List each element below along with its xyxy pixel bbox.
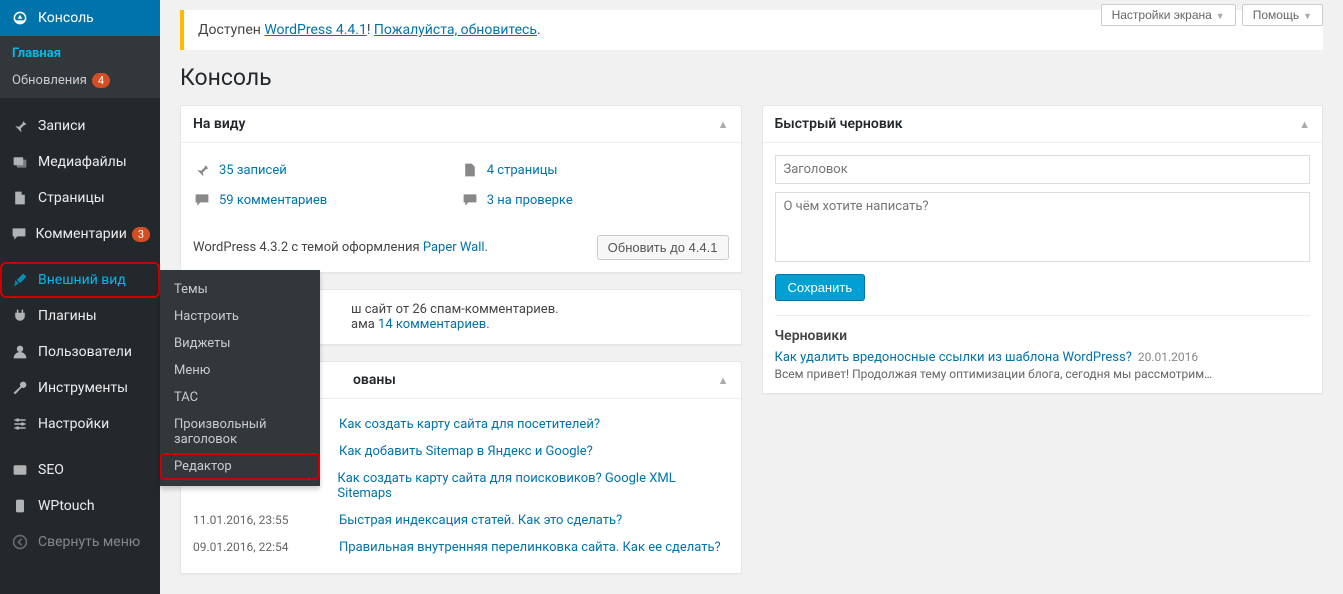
comment-icon (461, 191, 479, 209)
sidebar-item-comments[interactable]: Комментарии 3 (0, 216, 160, 252)
activity-row: 11.01.2016, 23:55 Быстрая индексация стат… (193, 507, 729, 534)
quickdraft-save-button[interactable]: Сохранить (775, 274, 866, 301)
glance-pages: 4 страницы (461, 155, 729, 185)
chevron-down-icon: ▼ (1216, 11, 1225, 21)
draft-link[interactable]: Как удалить вредоносные ссылки из шаблон… (775, 350, 1132, 365)
brush-icon (10, 270, 30, 290)
toggle-arrow-icon[interactable]: ▲ (718, 118, 729, 131)
sidebar-item-settings[interactable]: Настройки (0, 406, 160, 442)
sidebar-item-users[interactable]: Пользователи (0, 334, 160, 370)
quickdraft-title: Быстрый черновик (775, 116, 903, 132)
sidebar-item-posts[interactable]: Записи (0, 108, 160, 144)
draft-excerpt: Всем привет! Продолжая тему оптимизации … (775, 367, 1311, 381)
akismet-spam-link[interactable]: 14 комментариев (378, 317, 486, 332)
glance-posts: 35 записей (193, 155, 461, 185)
glance-comments: 59 комментариев (193, 185, 461, 215)
sidebar-item-pages[interactable]: Страницы (0, 180, 160, 216)
drafts-section: Черновики Как удалить вредоносные ссылки… (775, 315, 1311, 381)
comments-badge: 3 (132, 227, 150, 242)
toggle-arrow-icon[interactable]: ▲ (718, 374, 729, 387)
glance-comments-link[interactable]: 59 комментариев (219, 193, 327, 208)
quickdraft-box: Быстрый черновик ▲ Сохранить Черновики К… (762, 105, 1324, 394)
collapse-icon (10, 532, 30, 552)
update-core-button[interactable]: Обновить до 4.4.1 (597, 235, 729, 260)
console-submenu: Главная Обновления 4 (0, 36, 160, 98)
flyout-widgets[interactable]: Виджеты (160, 330, 320, 357)
glance-moderation-link[interactable]: 3 на проверке (487, 193, 573, 208)
draft-item: Как удалить вредоносные ссылки из шаблон… (775, 350, 1311, 381)
user-icon (10, 342, 30, 362)
draft-date: 20.01.2016 (1138, 350, 1198, 364)
nag-update-link[interactable]: Пожалуйста, обновитесь (374, 22, 537, 38)
sidebar-collapse[interactable]: Свернуть меню (0, 524, 160, 560)
sidebar-item-console[interactable]: Консоль (0, 0, 160, 36)
media-icon (10, 152, 30, 172)
sidebar-item-wptouch[interactable]: WPtouch (0, 488, 160, 524)
plugin-icon (10, 306, 30, 326)
dashboard-icon (10, 8, 30, 28)
admin-sidebar: Консоль Главная Обновления 4 Записи Меди… (0, 0, 160, 594)
mobile-icon (10, 496, 30, 516)
comment-icon (10, 224, 27, 244)
glance-pages-link[interactable]: 4 страницы (487, 163, 558, 178)
sidebar-item-seo[interactable]: SEO (0, 452, 160, 488)
activity-row: 09.01.2016, 22:54 Правильная внутренняя п… (193, 534, 729, 561)
sidebar-item-plugins[interactable]: Плагины (0, 298, 160, 334)
activity-date: 11.01.2016, 23:55 (193, 513, 323, 527)
updates-badge: 4 (92, 73, 110, 88)
akismet-line2: ама 14 комментариев. (351, 317, 729, 332)
appearance-flyout: Темы Настроить Виджеты Меню TAC Произвол… (160, 270, 320, 486)
flyout-menus[interactable]: Меню (160, 357, 320, 384)
glance-posts-link[interactable]: 35 записей (219, 163, 287, 178)
pin-icon (193, 161, 211, 179)
flyout-tac[interactable]: TAC (160, 384, 320, 411)
top-buttons: Настройки экрана▼ Помощь▼ (1101, 4, 1323, 26)
activity-date: 09.01.2016, 22:54 (193, 540, 323, 554)
sidebar-item-updates[interactable]: Обновления 4 (0, 67, 160, 94)
comment-icon (193, 191, 211, 209)
glance-moderation: 3 на проверке (461, 185, 729, 215)
glance-title: На виду (193, 116, 246, 132)
seo-icon (10, 460, 30, 480)
chevron-down-icon: ▼ (1303, 11, 1312, 21)
activity-link[interactable]: Быстрая индексация статей. Как это сдела… (339, 513, 622, 528)
flyout-header[interactable]: Произвольный заголовок (160, 411, 320, 453)
flyout-themes[interactable]: Темы (160, 276, 320, 303)
akismet-line1: ш сайт от 26 спам-комментариев. (351, 302, 729, 317)
quickdraft-title-input[interactable] (775, 155, 1311, 184)
activity-link[interactable]: Как создать карту сайта для поисковиков?… (337, 471, 728, 501)
glance-version-text: WordPress 4.3.2 с темой оформления Paper… (193, 240, 488, 255)
activity-link[interactable]: Как добавить Sitemap в Яндекс и Google? (339, 444, 593, 459)
toggle-arrow-icon[interactable]: ▲ (1299, 118, 1310, 131)
activity-link[interactable]: Правильная внутренняя перелинковка сайта… (339, 540, 721, 555)
flyout-customize[interactable]: Настроить (160, 303, 320, 330)
quickdraft-content-input[interactable] (775, 192, 1311, 262)
theme-link[interactable]: Paper Wall (423, 240, 485, 255)
right-column: Быстрый черновик ▲ Сохранить Черновики К… (762, 105, 1324, 574)
sidebar-item-home[interactable]: Главная (0, 40, 160, 67)
page-icon (461, 161, 479, 179)
help-button[interactable]: Помощь▼ (1242, 4, 1323, 26)
nag-version-link[interactable]: WordPress 4.4.1 (264, 22, 366, 38)
drafts-heading: Черновики (775, 328, 1311, 344)
activity-link[interactable]: Как создать карту сайта для посетителей? (339, 417, 600, 432)
flyout-editor[interactable]: Редактор (160, 453, 320, 480)
sidebar-item-appearance[interactable]: Внешний вид (0, 262, 160, 298)
glance-box: На виду ▲ 35 записей 4 страницы (180, 105, 742, 273)
sidebar-item-tools[interactable]: Инструменты (0, 370, 160, 406)
sliders-icon (10, 414, 30, 434)
page-title: Консоль (180, 64, 1323, 91)
page-icon (10, 188, 30, 208)
wrench-icon (10, 378, 30, 398)
sidebar-label: Консоль (38, 10, 94, 26)
main-content: Настройки экрана▼ Помощь▼ Доступен WordP… (160, 0, 1343, 594)
pin-icon (10, 116, 30, 136)
screen-options-button[interactable]: Настройки экрана▼ (1101, 4, 1236, 26)
sidebar-item-media[interactable]: Медиафайлы (0, 144, 160, 180)
